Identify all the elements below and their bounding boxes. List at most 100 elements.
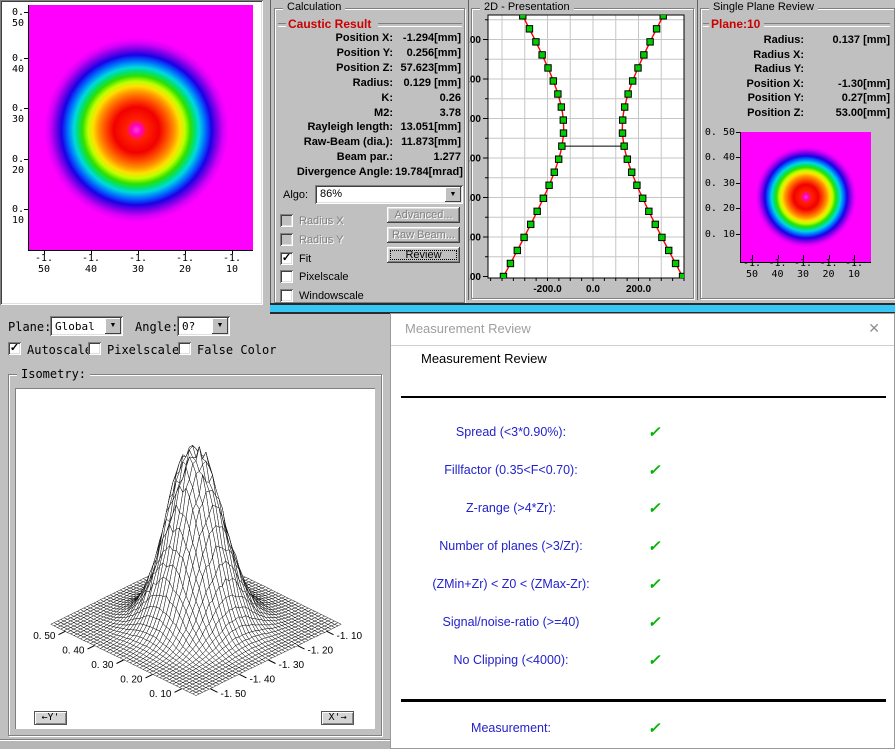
svg-text:0. 50: 0. 50: [33, 631, 56, 642]
isometry-canvas: 0. 50-1. 100. 40-1. 200. 30-1. 300. 20-1…: [15, 388, 375, 729]
check-icon: ✓: [639, 613, 669, 631]
checked-checkbox-box[interactable]: ✓: [8, 342, 21, 355]
check-icon: ✓: [639, 575, 669, 593]
divider: [401, 699, 886, 702]
divider: [401, 396, 886, 398]
tick-mark: [736, 157, 740, 158]
svg-text:20.00: 20.00: [469, 272, 481, 283]
divider: [278, 23, 286, 27]
tick-mark: [24, 58, 28, 59]
angle-combobox[interactable]: 0? ▼: [177, 316, 230, 336]
review-heading: Measurement Review: [421, 351, 547, 366]
check-icon: ✓: [639, 461, 669, 479]
svg-text:0.0: 0.0: [586, 284, 600, 295]
mini-x-tick-label: -1. 10: [838, 258, 870, 280]
single-plane-beam-image: [740, 132, 871, 263]
plane-row-label: Radius X:: [707, 49, 804, 61]
caustic-plot: 80.0070.0060.0050.0040.0030.0020.00-200.…: [469, 0, 695, 300]
beam-y-tick-label: 0. 50: [0, 7, 24, 29]
review-titlebar[interactable]: Measurement Review ✕: [391, 314, 894, 346]
checkbox-box[interactable]: [88, 342, 101, 355]
single-plane-groupbox: Single Plane Review Plane:10 Radius:0.13…: [700, 8, 895, 299]
calc-row-label: Beam par.:: [275, 151, 393, 163]
checkbox-box[interactable]: [280, 270, 293, 283]
plane-row-label: Radius:: [707, 34, 804, 46]
calc-row-label: Raw-Beam (dia.):: [275, 136, 393, 148]
raw-beam-button: Raw Beam...: [387, 227, 460, 243]
rotate-y-button[interactable]: ←Y': [34, 711, 67, 725]
checkbox-false-color[interactable]: False Color: [178, 342, 288, 356]
svg-text:-1. 30: -1. 30: [279, 660, 305, 671]
calc-row-label: Position X:: [275, 32, 393, 44]
plane-combobox-value: Global: [55, 320, 95, 333]
calc-row-value: 11.873[mm]: [395, 136, 461, 148]
beam-x-tick-label: -1. 50: [26, 253, 62, 275]
calc-row-label: M2:: [275, 107, 393, 119]
rotate-x-button[interactable]: X'→: [321, 711, 354, 725]
calc-row-value: 1.277: [395, 151, 461, 163]
checkbox-label: Radius X: [299, 215, 344, 227]
calc-row-label: K:: [275, 92, 393, 104]
review-item-label: No Clipping (<4000):: [391, 653, 631, 667]
beam-x-tick-label: -1. 40: [73, 253, 109, 275]
review-item-row: Z-range (>4*Zr):✓: [391, 501, 894, 519]
beam-y-tick-label: 0. 40: [0, 53, 24, 75]
checkbox-box[interactable]: [178, 342, 191, 355]
plane-combobox[interactable]: Global ▼: [50, 316, 123, 336]
checkbox-label: Fit: [299, 253, 311, 265]
svg-text:200.0: 200.0: [626, 284, 651, 295]
chevron-down-icon[interactable]: ▼: [445, 187, 461, 202]
review-button[interactable]: Review: [387, 247, 460, 263]
calc-row-value: -1.294[mm]: [395, 32, 461, 44]
calc-row: Radius:0.129 [mm]: [275, 77, 464, 90]
angle-select-label: Angle:: [135, 320, 178, 334]
checkbox-windowscale[interactable]: Windowscale: [280, 289, 420, 303]
advanced-button: Advanced...: [387, 207, 460, 223]
checkbox-label: Windowscale: [299, 290, 364, 302]
plane-title: Plane:10: [711, 17, 760, 31]
check-icon: ✓: [639, 651, 669, 669]
svg-text:80.00: 80.00: [469, 35, 481, 46]
calc-row-value: 19.784[mrad]: [395, 166, 461, 178]
review-item-row: Signal/noise-ratio (>=40) ✓: [391, 615, 894, 633]
algo-combobox[interactable]: 86% ▼: [315, 185, 463, 204]
chevron-down-icon[interactable]: ▼: [212, 318, 228, 334]
checkbox-box[interactable]: [280, 289, 293, 302]
calculation-group-title: Calculation: [283, 1, 345, 13]
tick-mark: [854, 255, 855, 259]
review-item-label: Signal/noise-ratio (>=40): [391, 615, 631, 629]
checkbox-label: False Color: [197, 343, 276, 357]
svg-text:0. 30: 0. 30: [91, 660, 114, 671]
mini-y-tick-label: 0. 40: [703, 152, 735, 163]
plane-row: Position X:-1.30[mm]: [701, 78, 894, 91]
checkbox-pixelscale[interactable]: Pixelscale: [280, 270, 420, 284]
check-icon: ✓: [639, 423, 669, 441]
review-item-row: Fillfactor (0.35<F<0.70):✓: [391, 463, 894, 481]
chevron-down-icon[interactable]: ▼: [105, 318, 121, 334]
svg-text:0. 20: 0. 20: [120, 674, 143, 685]
plane-row: Radius:0.137 [mm]: [701, 34, 894, 47]
calc-row: K:0.26: [275, 92, 464, 105]
calc-row-label: Divergence Angle:: [275, 166, 393, 178]
presentation-2d-panel: 2D - Presentation 80.0070.0060.0050.0040…: [468, 0, 695, 300]
plane-row-label: Radius Y:: [707, 63, 804, 75]
svg-text:70.00: 70.00: [469, 75, 481, 86]
algo-label: Algo:: [283, 189, 308, 201]
tick-mark: [24, 12, 28, 13]
checkbox-box[interactable]: [280, 214, 293, 227]
calc-row-value: 57.623[mm]: [395, 62, 461, 74]
checked-checkbox-box[interactable]: ✓: [280, 252, 293, 265]
calc-row-label: Rayleigh length:: [275, 121, 393, 133]
svg-text:-1. 20: -1. 20: [308, 646, 334, 657]
calc-row: Rayleigh length:13.051[mm]: [275, 121, 464, 134]
close-icon[interactable]: ✕: [868, 320, 880, 337]
plane-row: Radius X:: [701, 49, 894, 62]
calc-row: M2:3.78: [275, 107, 464, 120]
tick-mark: [736, 208, 740, 209]
calc-row: Beam par.:1.277: [275, 151, 464, 164]
review-window-title: Measurement Review: [405, 321, 531, 336]
checkbox-label: Autoscale: [27, 343, 92, 357]
checkbox-box[interactable]: [280, 233, 293, 246]
tick-mark: [803, 255, 804, 259]
svg-text:50.00: 50.00: [469, 154, 481, 165]
